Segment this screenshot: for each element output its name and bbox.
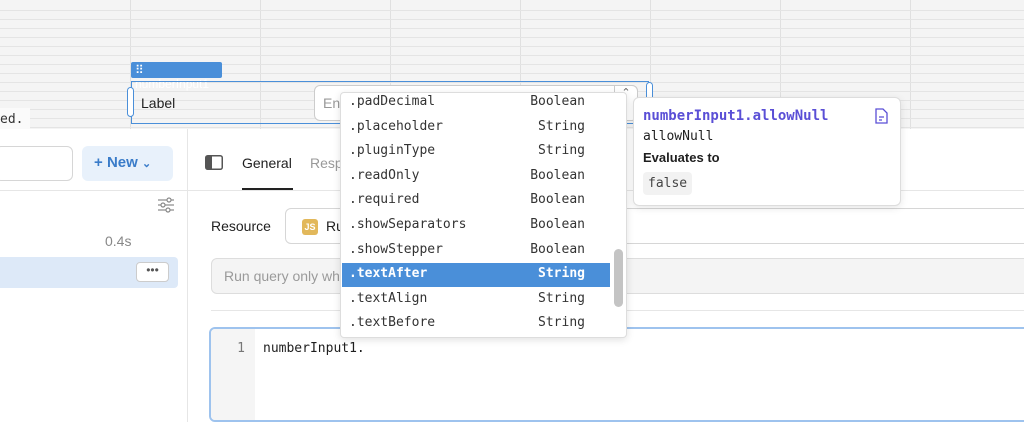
autocomplete-item[interactable]: .showSeparators Boolean bbox=[342, 214, 610, 238]
more-options-button[interactable]: ••• bbox=[136, 262, 169, 282]
item-name: .textAlign bbox=[349, 290, 428, 306]
doc-title: numberInput1.allowNull bbox=[643, 108, 829, 124]
code-editor[interactable]: 1 numberInput1. bbox=[209, 327, 1024, 422]
document-icon[interactable] bbox=[875, 108, 888, 124]
new-label: New bbox=[106, 154, 138, 171]
autocomplete-item[interactable]: .required Boolean bbox=[342, 189, 610, 213]
item-type: Boolean bbox=[530, 94, 585, 109]
item-name: .pluginType bbox=[349, 143, 436, 159]
evaluated-value: false bbox=[643, 172, 693, 195]
autocomplete-item[interactable]: .textAfter String bbox=[342, 263, 610, 288]
item-name: .padDecimal bbox=[349, 94, 436, 109]
autocomplete-item[interactable]: .pluginType String bbox=[342, 140, 610, 164]
autocomplete-dropdown: .padDecimal Boolean .placeholder String .plu… bbox=[340, 92, 627, 338]
autocomplete-item[interactable]: .placeholder String bbox=[342, 116, 610, 140]
item-type: Boolean bbox=[530, 241, 585, 257]
component-badge[interactable]: ⠿ numberInput1 bbox=[131, 62, 222, 91]
tab-response[interactable]: Resp bbox=[310, 155, 343, 171]
query-duration: 0.4s bbox=[105, 233, 132, 249]
code-line[interactable]: numberInput1. bbox=[263, 341, 365, 356]
autocomplete-item[interactable]: .textBefore String bbox=[342, 312, 610, 336]
chevron-down-icon: ⌄ bbox=[141, 158, 152, 170]
new-query-button[interactable]: + New ⌄ bbox=[82, 146, 173, 181]
item-type: Boolean bbox=[530, 217, 585, 232]
item-name: .showStepper bbox=[349, 241, 443, 257]
item-name: .required bbox=[349, 192, 420, 208]
evaluates-label: Evaluates to bbox=[643, 150, 720, 165]
item-type: String bbox=[538, 143, 585, 159]
doc-property-name: allowNull bbox=[643, 129, 714, 144]
doc-popup: numberInput1.allowNull allowNull Evaluat… bbox=[633, 97, 901, 206]
scrollbar-thumb[interactable] bbox=[614, 249, 623, 307]
tab-general[interactable]: General bbox=[242, 155, 292, 171]
plus-icon: + bbox=[94, 154, 103, 171]
autocomplete-item[interactable]: .showStepper Boolean bbox=[342, 239, 610, 263]
toast: ed. bbox=[0, 108, 30, 130]
autocomplete-item[interactable]: .textAlign String bbox=[342, 288, 610, 312]
item-name: .placeholder bbox=[349, 118, 443, 134]
item-name: .textBefore bbox=[349, 315, 436, 331]
filter-settings-icon[interactable] bbox=[157, 196, 175, 214]
query-row-selected[interactable]: ••• bbox=[0, 257, 178, 288]
item-name: .textAfter bbox=[349, 266, 428, 282]
item-type: String bbox=[538, 315, 585, 331]
query-search-input[interactable] bbox=[0, 146, 73, 181]
item-type: Boolean bbox=[530, 167, 585, 183]
item-name: .readOnly bbox=[349, 167, 420, 183]
divider bbox=[0, 190, 188, 191]
resource-label: Resource bbox=[211, 218, 271, 234]
item-type: String bbox=[538, 118, 585, 134]
component-label: Label bbox=[141, 95, 176, 111]
resize-handle-left[interactable] bbox=[127, 87, 134, 117]
autocomplete-item[interactable]: .padDecimal Boolean bbox=[342, 93, 610, 115]
sidebar-toggle-icon[interactable] bbox=[205, 155, 223, 170]
js-icon: JS bbox=[302, 219, 318, 236]
autocomplete-item[interactable]: .readOnly Boolean bbox=[342, 165, 610, 189]
item-name: .showSeparators bbox=[349, 217, 467, 232]
item-type: String bbox=[538, 266, 585, 282]
item-type: String bbox=[538, 290, 585, 306]
item-type: Boolean bbox=[530, 192, 585, 208]
query-list-panel: + New ⌄ 0.4s ••• bbox=[0, 129, 188, 422]
line-number: 1 bbox=[211, 329, 255, 420]
